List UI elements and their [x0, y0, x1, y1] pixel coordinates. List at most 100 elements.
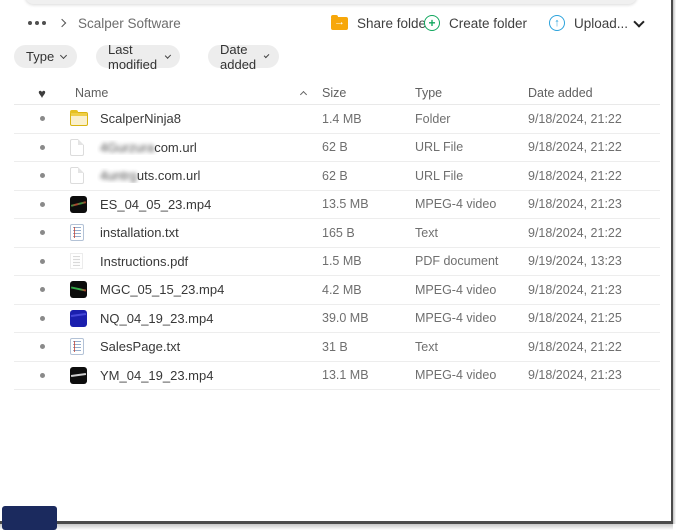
table-row[interactable]: NQ_04_19_23.mp4 39.0 MB MPEG-4 video 9/1… — [14, 305, 660, 334]
redacted-text: 4Gurzura — [100, 140, 154, 155]
chevron-down-icon — [164, 52, 170, 58]
toolbar: Scalper Software Share folder + Create f… — [0, 8, 660, 38]
file-type: URL File — [415, 140, 528, 154]
file-size: 1.4 MB — [322, 112, 415, 126]
share-folder-icon — [331, 17, 348, 30]
file-date-added: 9/18/2024, 21:22 — [528, 112, 660, 126]
favorite-dot-icon[interactable] — [40, 173, 45, 178]
redacted-text: 4untrg — [100, 168, 137, 183]
file-size: 62 B — [322, 140, 415, 154]
favorite-dot-icon[interactable] — [40, 287, 45, 292]
file-type: URL File — [415, 169, 528, 183]
filter-date-added-label: Date added — [220, 42, 258, 72]
video-thumbnail-icon — [70, 281, 87, 298]
upload-label: Upload... — [574, 16, 628, 31]
file-date-added: 9/18/2024, 21:22 — [528, 340, 660, 354]
file-table: ♥ Name Size Type Date added ScalperNinja… — [14, 82, 660, 390]
column-header-date-added[interactable]: Date added — [528, 86, 660, 100]
table-row[interactable]: installation.txt 165 B Text 9/18/2024, 2… — [14, 219, 660, 248]
file-date-added: 9/18/2024, 21:23 — [528, 283, 660, 297]
url-file-icon — [70, 167, 84, 184]
file-type: MPEG-4 video — [415, 311, 528, 325]
file-size: 13.5 MB — [322, 197, 415, 211]
favorite-dot-icon[interactable] — [40, 145, 45, 150]
chevron-right-icon — [58, 19, 66, 27]
share-folder-button[interactable]: Share folder — [331, 8, 431, 38]
favorite-dot-icon[interactable] — [40, 116, 45, 121]
ellipsis-menu-icon[interactable] — [28, 18, 46, 28]
table-row[interactable]: YM_04_19_23.mp4 13.1 MB MPEG-4 video 9/1… — [14, 362, 660, 391]
text-file-icon — [70, 338, 84, 355]
favorite-dot-icon[interactable] — [40, 202, 45, 207]
pdf-thumbnail-icon — [70, 253, 83, 269]
column-header-type[interactable]: Type — [415, 86, 528, 100]
file-manager-window: Scalper Software Share folder + Create f… — [0, 0, 678, 532]
file-type: Folder — [415, 112, 528, 126]
file-date-added: 9/18/2024, 21:23 — [528, 197, 660, 211]
window-shadow-right — [673, 0, 676, 524]
chevron-down-icon — [264, 52, 270, 58]
search-bar-cutoff[interactable] — [25, 0, 637, 4]
table-row[interactable]: Instructions.pdf 1.5 MB PDF document 9/1… — [14, 248, 660, 277]
table-row[interactable]: MGC_05_15_23.mp4 4.2 MB MPEG-4 video 9/1… — [14, 276, 660, 305]
column-header-name[interactable]: Name — [70, 86, 322, 100]
bottom-left-navy-box — [2, 506, 57, 530]
window-shadow-bottom — [0, 524, 673, 530]
table-header: ♥ Name Size Type Date added — [14, 82, 660, 105]
file-type: MPEG-4 video — [415, 197, 528, 211]
file-name: YM_04_19_23.mp4 — [97, 368, 322, 383]
filter-last-modified-chip[interactable]: Last modified — [96, 45, 180, 68]
table-row[interactable]: 4untrguts.com.url 62 B URL File 9/18/202… — [14, 162, 660, 191]
table-row[interactable]: 4Gurzuracom.url 62 B URL File 9/18/2024,… — [14, 134, 660, 163]
file-date-added: 9/18/2024, 21:22 — [528, 140, 660, 154]
file-date-added: 9/19/2024, 13:23 — [528, 254, 660, 268]
plus-circle-icon: + — [424, 15, 440, 31]
video-thumbnail-icon — [70, 196, 87, 213]
file-type: PDF document — [415, 254, 528, 268]
file-type: MPEG-4 video — [415, 283, 528, 297]
text-file-icon — [70, 224, 84, 241]
table-body: ScalperNinja8 1.4 MB Folder 9/18/2024, 2… — [14, 105, 660, 390]
breadcrumb-current-folder[interactable]: Scalper Software — [78, 16, 181, 31]
sort-ascending-icon — [300, 91, 307, 98]
breadcrumb: Scalper Software — [28, 8, 181, 38]
chevron-down-icon — [633, 16, 644, 27]
table-row[interactable]: ScalperNinja8 1.4 MB Folder 9/18/2024, 2… — [14, 105, 660, 134]
filter-type-chip[interactable]: Type — [14, 45, 77, 68]
filter-date-added-chip[interactable]: Date added — [208, 45, 279, 68]
favorite-dot-icon[interactable] — [40, 259, 45, 264]
favorite-dot-icon[interactable] — [40, 230, 45, 235]
chevron-down-icon — [60, 51, 67, 58]
file-size: 165 B — [322, 226, 415, 240]
folder-icon — [70, 112, 88, 126]
file-date-added: 9/18/2024, 21:22 — [528, 169, 660, 183]
file-name: MGC_05_15_23.mp4 — [97, 282, 322, 297]
filter-type-label: Type — [26, 49, 54, 64]
upload-dropdown-button[interactable] — [635, 8, 643, 38]
column-header-size[interactable]: Size — [322, 86, 415, 100]
file-size: 4.2 MB — [322, 283, 415, 297]
file-type: Text — [415, 226, 528, 240]
file-size: 13.1 MB — [322, 368, 415, 382]
file-name: NQ_04_19_23.mp4 — [97, 311, 322, 326]
favorite-dot-icon[interactable] — [40, 344, 45, 349]
file-date-added: 9/18/2024, 21:23 — [528, 368, 660, 382]
create-folder-button[interactable]: + Create folder — [424, 8, 527, 38]
table-row[interactable]: SalesPage.txt 31 B Text 9/18/2024, 21:22 — [14, 333, 660, 362]
upload-circle-icon: ↑ — [549, 15, 565, 31]
url-file-icon — [70, 139, 84, 156]
file-name: ES_04_05_23.mp4 — [97, 197, 322, 212]
file-name: Instructions.pdf — [97, 254, 322, 269]
table-row[interactable]: ES_04_05_23.mp4 13.5 MB MPEG-4 video 9/1… — [14, 191, 660, 220]
favorite-dot-icon[interactable] — [40, 316, 45, 321]
file-name: 4untrguts.com.url — [97, 168, 322, 183]
create-folder-label: Create folder — [449, 16, 527, 31]
column-header-favorite[interactable]: ♥ — [14, 87, 70, 100]
file-type: Text — [415, 340, 528, 354]
favorite-dot-icon[interactable] — [40, 373, 45, 378]
video-thumbnail-icon — [70, 367, 87, 384]
file-name: SalesPage.txt — [97, 339, 322, 354]
file-date-added: 9/18/2024, 21:25 — [528, 311, 660, 325]
upload-button[interactable]: ↑ Upload... — [549, 8, 628, 38]
filter-last-modified-label: Last modified — [108, 42, 159, 72]
